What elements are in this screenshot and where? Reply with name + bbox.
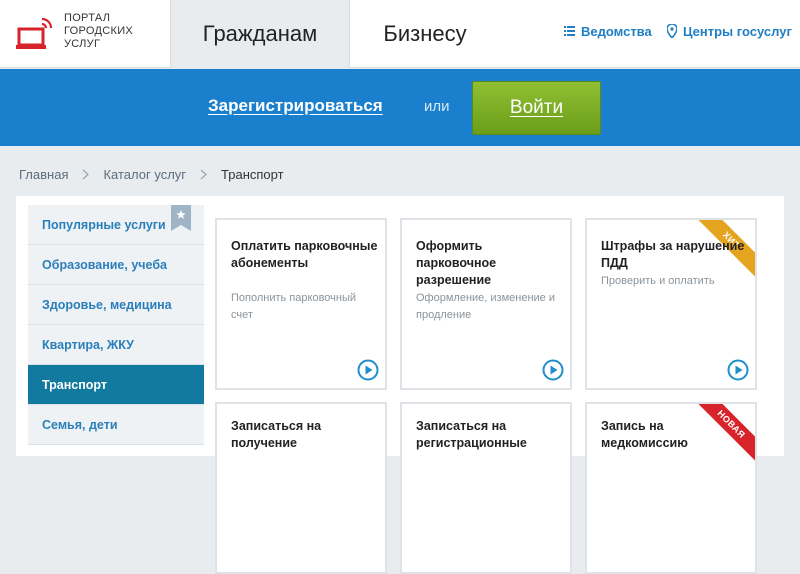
chevron-right-icon	[82, 169, 90, 180]
auth-band: Зарегистрироваться или Войти	[0, 69, 800, 146]
tab-business[interactable]: Бизнесу	[350, 0, 500, 68]
service-centers-label: Центры госуслуг	[683, 23, 792, 39]
tab-citizens[interactable]: Гражданам	[170, 0, 350, 68]
portal-logo[interactable]: ПОРТАЛ ГОРОДСКИХ УСЛУГ	[16, 12, 166, 58]
card-title: Штрафы за нарушение ПДД	[601, 239, 745, 270]
play-circle-icon[interactable]	[357, 359, 379, 381]
logo-line: ПОРТАЛ	[64, 12, 111, 24]
service-card-registration[interactable]: Записаться на регистрационные	[400, 402, 572, 574]
chevron-right-icon	[200, 169, 208, 180]
or-text: или	[424, 98, 450, 115]
logo-line: УСЛУГ	[64, 38, 101, 50]
sidebar-item-transport[interactable]: Транспорт	[28, 365, 204, 405]
card-title: Оформить парковочное разрешение	[416, 239, 497, 287]
site-header: ПОРТАЛ ГОРОДСКИХ УСЛУГ Гражданам Бизнесу…	[0, 0, 800, 68]
map-pin-icon	[667, 24, 677, 38]
login-button[interactable]: Войти	[472, 81, 601, 135]
card-description: Оформление, изменение и продление	[416, 292, 555, 321]
category-sidebar: Популярные услуги Образование, учеба Здо…	[28, 205, 204, 445]
departments-label: Ведомства	[581, 23, 652, 39]
logo-line: ГОРОДСКИХ	[64, 25, 134, 37]
departments-link[interactable]: Ведомства	[564, 22, 652, 40]
sidebar-item-education[interactable]: Образование, учеба	[28, 245, 204, 285]
sidebar-item-housing[interactable]: Квартира, ЖКУ	[28, 325, 204, 365]
logo-text: ПОРТАЛ ГОРОДСКИХ УСЛУГ	[64, 12, 133, 51]
card-title: Записаться на получение	[231, 419, 322, 450]
breadcrumb: Главная Каталог услуг Транспорт	[19, 167, 284, 182]
service-card-parking-permit[interactable]: Оформить парковочное разрешение Оформлен…	[400, 218, 572, 390]
list-icon	[564, 26, 575, 36]
sidebar-item-health[interactable]: Здоровье, медицина	[28, 285, 204, 325]
breadcrumb-catalog[interactable]: Каталог услуг	[103, 167, 186, 182]
service-card-traffic-fines[interactable]: ХИТ Штрафы за нарушение ПДД Проверить и …	[585, 218, 757, 390]
card-description: Проверить и оплатить	[601, 275, 715, 287]
play-circle-icon[interactable]	[542, 359, 564, 381]
card-title: Записаться на регистрационные	[416, 419, 527, 450]
star-bookmark-icon	[171, 205, 191, 231]
service-card-appointment[interactable]: Записаться на получение	[215, 402, 387, 574]
service-card-medical-commission[interactable]: НОВАЯ Запись на медкомиссию	[585, 402, 757, 574]
card-title: Оплатить парковочные абонементы	[231, 239, 378, 270]
breadcrumb-current: Транспорт	[221, 167, 284, 182]
laptop-wifi-icon	[16, 16, 54, 54]
sidebar-item-family[interactable]: Семья, дети	[28, 405, 204, 445]
register-link[interactable]: Зарегистрироваться	[208, 96, 383, 116]
service-card-parking-pass[interactable]: Оплатить парковочные абонементы Пополнит…	[215, 218, 387, 390]
play-circle-icon[interactable]	[727, 359, 749, 381]
breadcrumb-home[interactable]: Главная	[19, 167, 68, 182]
card-description: Пополнить парковочный счет	[231, 292, 357, 321]
card-title: Запись на медкомиссию	[601, 419, 688, 450]
service-centers-link[interactable]: Центры госуслуг	[667, 22, 792, 40]
